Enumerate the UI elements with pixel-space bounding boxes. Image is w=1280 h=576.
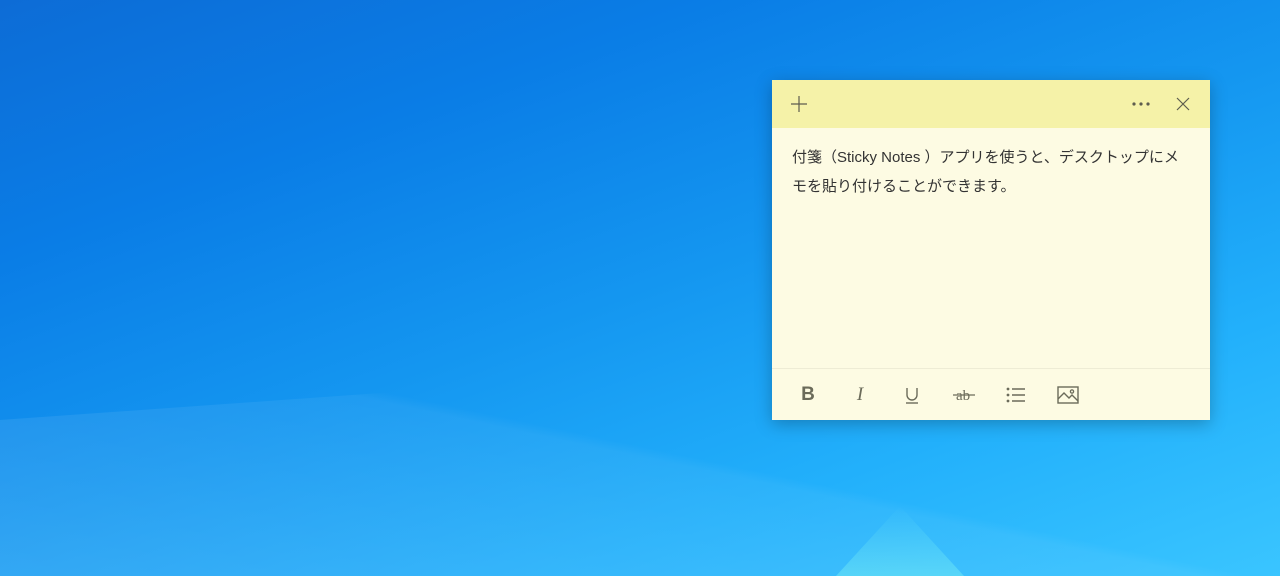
list-icon xyxy=(1006,386,1026,404)
strikethrough-button[interactable]: ab xyxy=(940,375,988,415)
bold-icon: B xyxy=(801,384,815,406)
note-text-area[interactable]: 付箋（Sticky Notes ）アプリを使うと、デスクトップにメモを貼り付ける… xyxy=(772,128,1210,368)
sticky-note-window[interactable]: 付箋（Sticky Notes ）アプリを使うと、デスクトップにメモを貼り付ける… xyxy=(772,80,1210,420)
italic-button[interactable]: I xyxy=(836,375,884,415)
svg-text:ab: ab xyxy=(956,388,970,404)
close-icon xyxy=(1176,97,1190,111)
add-note-button[interactable] xyxy=(778,83,820,125)
bold-button[interactable]: B xyxy=(784,375,832,415)
menu-button[interactable] xyxy=(1120,83,1162,125)
note-content: 付箋（Sticky Notes ）アプリを使うと、デスクトップにメモを貼り付ける… xyxy=(792,149,1179,195)
desktop-background[interactable]: 付箋（Sticky Notes ）アプリを使うと、デスクトップにメモを貼り付ける… xyxy=(0,0,1280,576)
add-image-button[interactable] xyxy=(1044,375,1092,415)
bullet-list-button[interactable] xyxy=(992,375,1040,415)
underline-icon xyxy=(902,385,922,405)
close-button[interactable] xyxy=(1162,83,1204,125)
ellipsis-icon xyxy=(1132,102,1150,106)
strikethrough-icon: ab xyxy=(952,385,976,405)
italic-icon: I xyxy=(857,384,863,406)
note-format-toolbar: B I ab xyxy=(772,368,1210,420)
plus-icon xyxy=(790,95,808,113)
underline-button[interactable] xyxy=(888,375,936,415)
note-header[interactable] xyxy=(772,80,1210,128)
image-icon xyxy=(1057,386,1079,404)
